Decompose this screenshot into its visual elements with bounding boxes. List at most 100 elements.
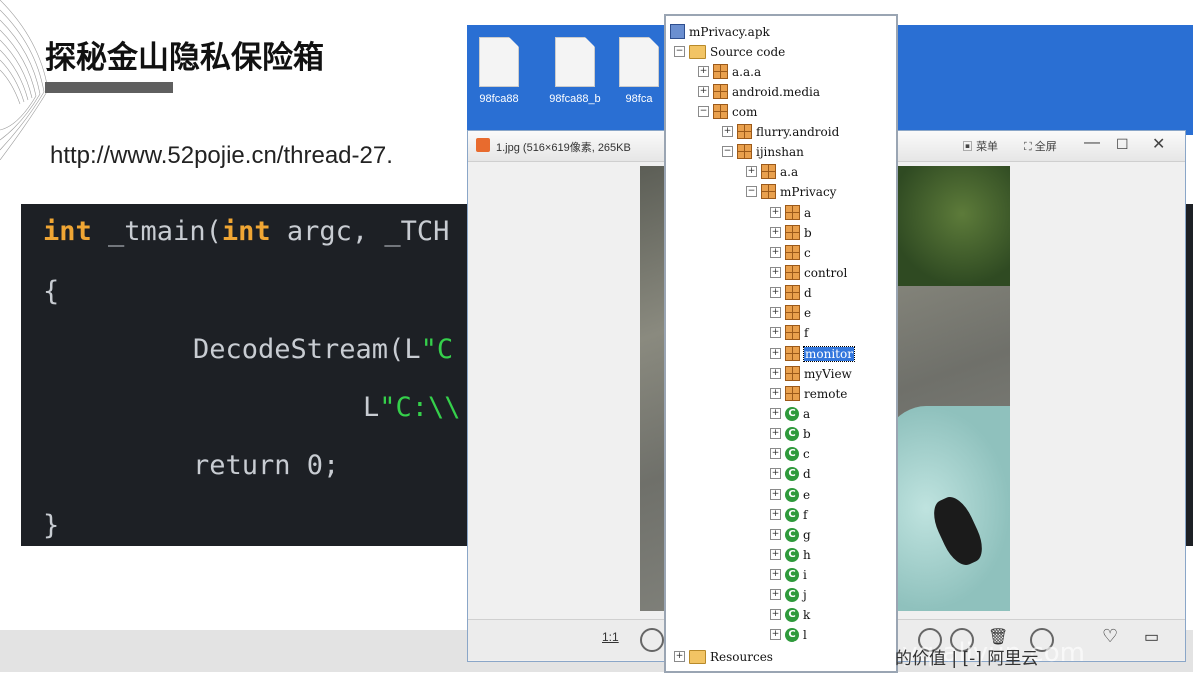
tree-node-class[interactable]: + Cc (770, 446, 810, 464)
close-button[interactable]: ✕ (1152, 134, 1165, 154)
tree-node-class[interactable]: + Cf (770, 507, 807, 525)
expand-toggle-icon[interactable]: + (698, 86, 709, 97)
expand-toggle-icon[interactable]: + (770, 207, 781, 218)
expand-toggle-icon[interactable]: + (770, 408, 781, 419)
package-icon (761, 164, 776, 179)
expand-toggle-icon[interactable]: + (770, 348, 781, 359)
tree-node-package-selected[interactable]: + monitor (770, 345, 855, 364)
actual-size-button[interactable]: 1:1 (602, 630, 619, 644)
tree-node-package[interactable]: + control (770, 265, 847, 283)
desktop-file-icon[interactable]: 98fca88 (469, 37, 529, 105)
tree-label: a.a.a (732, 64, 762, 79)
tree-node-package[interactable]: + android.media (698, 84, 820, 102)
expand-toggle-icon[interactable]: + (770, 388, 781, 399)
file-label: 98fca (625, 93, 653, 105)
tree-label: a (803, 406, 811, 421)
tree-label: g (803, 527, 811, 542)
apk-icon (670, 24, 685, 39)
collapse-toggle-icon[interactable]: − (674, 46, 685, 57)
tree-node-package[interactable]: − mPrivacy (746, 184, 836, 202)
tree-node-package[interactable]: − com (698, 104, 757, 122)
tree-node-package[interactable]: + a (770, 205, 811, 223)
package-icon (785, 265, 800, 280)
collapse-toggle-icon[interactable]: − (746, 186, 757, 197)
tree-node-class[interactable]: + Ch (770, 547, 811, 565)
expand-toggle-icon[interactable]: + (770, 307, 781, 318)
file-label: 98fca88 (479, 93, 519, 105)
tree-node-package[interactable]: + d (770, 285, 812, 303)
folder-icon (689, 44, 706, 59)
expand-toggle-icon[interactable]: + (770, 509, 781, 520)
package-icon (785, 386, 800, 401)
collapse-toggle-icon[interactable]: − (698, 106, 709, 117)
tree-node-class[interactable]: + Ci (770, 567, 807, 585)
tree-label: e (803, 487, 811, 502)
tree-node-class[interactable]: + Cb (770, 426, 811, 444)
folder-icon[interactable]: ▭ (1144, 627, 1159, 647)
tree-node-class[interactable]: + Cg (770, 527, 811, 545)
expand-toggle-icon[interactable]: + (770, 448, 781, 459)
menu-label: 菜单 (976, 141, 999, 153)
package-icon (713, 84, 728, 99)
code-text: _tmain( (91, 216, 222, 247)
fullscreen-button[interactable]: ⛶ 全屏 (1024, 138, 1057, 154)
package-icon (713, 104, 728, 119)
minimize-button[interactable]: — (1084, 134, 1100, 152)
expand-toggle-icon[interactable]: + (770, 267, 781, 278)
expand-toggle-icon[interactable]: + (770, 569, 781, 580)
tree-node-resources[interactable]: + Resources (674, 649, 773, 667)
expand-toggle-icon[interactable]: + (770, 609, 781, 620)
expand-toggle-icon[interactable]: + (770, 489, 781, 500)
tree-label: Source code (710, 44, 786, 59)
menu-button[interactable]: ▣ 菜单 (962, 138, 998, 154)
tree-node-class[interactable]: + Ca (770, 406, 810, 424)
tree-node-package[interactable]: + f (770, 325, 808, 343)
expand-toggle-icon[interactable]: + (770, 529, 781, 540)
tree-node-package[interactable]: + b (770, 225, 812, 243)
tree-node-class[interactable]: + Ck (770, 607, 810, 625)
desktop-file-icon[interactable]: 98fca88_b (545, 37, 605, 105)
favorite-icon[interactable]: ♡ (1102, 626, 1118, 647)
expand-toggle-icon[interactable]: + (770, 589, 781, 600)
expand-toggle-icon[interactable]: + (722, 126, 733, 137)
tree-label: monitor (803, 345, 855, 362)
tree-node-package[interactable]: − ijinshan (722, 144, 804, 162)
tree-node-package[interactable]: + a.a (746, 164, 798, 182)
zoom-in-icon[interactable] (640, 628, 664, 652)
tree-node-class[interactable]: + Cd (770, 466, 811, 484)
expand-toggle-icon[interactable]: + (770, 227, 781, 238)
tree-node-class[interactable]: + Ce (770, 487, 810, 505)
tree-node-package[interactable]: + flurry.android (722, 124, 839, 142)
expand-toggle-icon[interactable]: + (770, 549, 781, 560)
tree-label: c (803, 446, 810, 461)
expand-toggle-icon[interactable]: + (746, 166, 757, 177)
file-label: 98fca88_b (549, 93, 601, 105)
tree-node-package[interactable]: + remote (770, 386, 847, 404)
expand-toggle-icon[interactable]: + (770, 327, 781, 338)
expand-toggle-icon[interactable]: + (770, 368, 781, 379)
expand-toggle-icon[interactable]: + (770, 287, 781, 298)
tree-node-package[interactable]: + c (770, 245, 811, 263)
expand-toggle-icon[interactable]: + (770, 468, 781, 479)
expand-toggle-icon[interactable]: + (770, 428, 781, 439)
package-icon (785, 346, 800, 361)
expand-toggle-icon[interactable]: + (770, 247, 781, 258)
expand-toggle-icon[interactable]: + (674, 651, 685, 662)
tree-root[interactable]: mPrivacy.apk (670, 24, 770, 42)
maximize-button[interactable]: ☐ (1116, 136, 1129, 153)
tree-node-class[interactable]: + Cj (770, 587, 807, 605)
tree-node-package[interactable]: + e (770, 305, 811, 323)
footer-text: 的价值 | [-] 阿里云 (895, 649, 1039, 669)
tree-label: d (804, 285, 812, 300)
desktop-file-icon[interactable]: 98fca (619, 37, 659, 105)
tree-label: e (804, 305, 812, 320)
tree-label: a.a (780, 164, 799, 179)
tree-node-package[interactable]: + a.a.a (698, 64, 761, 82)
expand-toggle-icon[interactable]: + (698, 66, 709, 77)
tree-node-package[interactable]: + myView (770, 366, 852, 384)
tree-node-source[interactable]: − Source code (674, 44, 785, 62)
collapse-toggle-icon[interactable]: − (722, 146, 733, 157)
tree-label: control (804, 265, 848, 280)
tree-label: d (803, 466, 811, 481)
expand-toggle-icon[interactable]: + (770, 629, 781, 640)
